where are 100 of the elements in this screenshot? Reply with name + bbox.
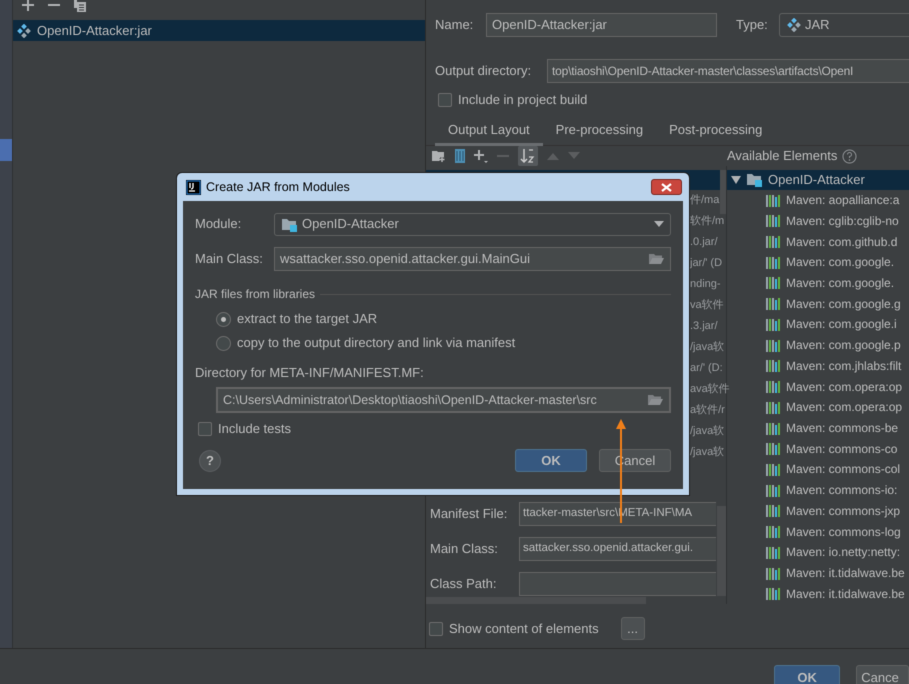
window-title: Create JAR from Modules <box>206 178 350 196</box>
tree-item[interactable]: Maven: com.jhlabs:filt <box>727 355 909 376</box>
tree-item[interactable]: 软件/m <box>690 213 724 230</box>
tree-item[interactable]: Maven: com.google.g <box>727 293 909 314</box>
checkbox[interactable] <box>429 622 443 636</box>
tree-item[interactable]: Maven: cglib:cglib-no <box>727 210 909 232</box>
caret-icon <box>654 221 664 227</box>
tree-item[interactable]: Maven: io.netty:netty: <box>727 542 909 563</box>
main-class-field[interactable]: sattacker.sso.openid.attacker.gui. <box>519 537 716 562</box>
tree-item[interactable]: Maven: it.tidalwave.be <box>727 583 909 604</box>
field-label: Class Path: <box>429 575 498 594</box>
tree-item[interactable]: Maven: commons-log <box>727 521 909 542</box>
scrollbar[interactable] <box>717 506 726 596</box>
module-dropdown[interactable]: OpenID-Attacker <box>274 212 671 236</box>
field-label: Main Class: <box>429 540 499 558</box>
tree-item[interactable]: Maven: com.google. <box>727 252 909 273</box>
manifest-directory-field[interactable]: C:\Users\Administrator\Desktop\tiaoshi\OpenID-Attacker-master\src <box>216 387 671 413</box>
tree-item[interactable]: nding- <box>690 276 721 293</box>
scrollbar[interactable] <box>720 170 726 214</box>
tree-item[interactable]: va软件 <box>690 297 724 314</box>
help-button[interactable]: ? <box>199 450 221 472</box>
library-icon <box>766 422 782 434</box>
more-button[interactable]: ... <box>620 617 645 640</box>
tree-item[interactable]: 件/ma <box>690 192 720 209</box>
tree-item[interactable]: /java软 <box>690 339 724 356</box>
library-icon <box>766 194 782 207</box>
tree-item[interactable]: Maven: commons-col <box>727 459 909 480</box>
tree-item[interactable]: Maven: commons-co <box>727 438 909 460</box>
close-button[interactable] <box>651 179 682 195</box>
tab[interactable]: Post-processing <box>656 117 776 146</box>
artifact-icon <box>787 18 801 32</box>
artifact-icon <box>17 24 31 38</box>
library-icon <box>766 400 782 414</box>
field-label: Module: <box>195 215 242 234</box>
new-folder-icon[interactable] <box>432 150 446 162</box>
tree-item[interactable]: Maven: commons-io: <box>727 480 909 501</box>
library-icon <box>766 297 782 310</box>
tree-item[interactable]: .3.jar/ <box>690 318 718 335</box>
radio-label: extract to the target JAR <box>237 310 378 328</box>
library-icon <box>766 359 782 372</box>
tree-item[interactable]: Maven: com.google.i <box>727 314 909 335</box>
checkbox[interactable] <box>438 93 452 107</box>
ok-button[interactable]: OK <box>774 665 840 684</box>
field-label: Output directory: <box>435 62 532 80</box>
add-icon[interactable] <box>22 0 34 11</box>
artifact-item[interactable]: OpenID-Attacker:jar <box>13 20 425 41</box>
library-icon <box>766 276 782 290</box>
move-down-icon <box>568 152 580 160</box>
main-class-field[interactable]: wsattacker.sso.openid.attacker.gui.MainGui <box>274 247 671 271</box>
tree-item[interactable]: Maven: aopalliance:a <box>727 190 909 210</box>
tree-item[interactable]: Maven: com.google.p <box>727 334 909 356</box>
library-icon <box>766 318 782 331</box>
name-field[interactable]: OpenID-Attacker:jar <box>486 13 717 37</box>
tree-item[interactable]: Maven: com.github.d <box>727 231 909 252</box>
tree-item[interactable]: ava软件 <box>690 381 730 398</box>
library-icon <box>766 256 782 269</box>
tree-item[interactable]: Maven: com.google. <box>727 272 909 294</box>
folder-icon <box>281 216 298 232</box>
move-up-icon <box>547 152 559 160</box>
tree-item[interactable]: /java软 <box>690 444 724 461</box>
output-directory-field[interactable]: top\tiaoshi\OpenID-Attacker-master\classes\artifacts\OpenI <box>547 59 909 83</box>
archive-icon[interactable] <box>455 149 465 163</box>
expand-arrow-icon[interactable] <box>731 176 741 184</box>
ok-button[interactable]: OK <box>515 449 587 472</box>
checkbox-label: Show content of elements <box>449 620 599 638</box>
library-icon <box>766 504 782 518</box>
radio-button[interactable] <box>216 336 231 350</box>
library-icon <box>766 214 782 228</box>
field-label: Main Class: <box>195 250 264 268</box>
copy-icon[interactable] <box>74 0 86 12</box>
cancel-button[interactable]: Cance <box>856 665 909 684</box>
tree-item[interactable]: Maven: commons-be <box>727 418 909 438</box>
library-icon <box>766 546 782 559</box>
tree-item[interactable]: OpenID-Attacker <box>727 170 909 190</box>
close-icon <box>661 182 672 192</box>
tree-item[interactable]: ar/' (D: <box>690 360 723 377</box>
radio-button[interactable] <box>216 312 231 326</box>
tab[interactable]: Pre-processing <box>542 117 656 146</box>
tree-item[interactable]: .0.jar/ <box>690 234 718 251</box>
add-icon[interactable] <box>474 149 488 163</box>
field-label: Type: <box>736 16 769 34</box>
tree-item[interactable]: Maven: com.opera:op <box>727 396 909 418</box>
field-label: Name: <box>435 16 474 34</box>
library-icon <box>766 587 782 600</box>
tree-item[interactable]: a软件/r <box>690 402 725 419</box>
help-icon[interactable] <box>842 148 858 164</box>
section-heading: JAR files from libraries <box>195 286 316 303</box>
scrollbar[interactable] <box>426 597 646 604</box>
class-path-field[interactable] <box>519 572 716 596</box>
type-dropdown[interactable]: JAR <box>779 13 909 37</box>
library-icon <box>766 380 782 394</box>
folder-icon <box>746 172 763 188</box>
tree-item[interactable]: Maven: commons-jxp <box>727 500 909 522</box>
tree-item[interactable]: /java软 <box>690 423 724 440</box>
tree-item[interactable]: Maven: it.tidalwave.be <box>727 562 909 584</box>
radio-label: copy to the output directory and link via manifest <box>237 334 516 352</box>
panel-heading: Available Elements <box>727 147 838 166</box>
tree-item[interactable]: jar/' (D <box>690 255 722 272</box>
sort-icon[interactable] <box>518 146 538 166</box>
checkbox[interactable] <box>198 422 212 436</box>
